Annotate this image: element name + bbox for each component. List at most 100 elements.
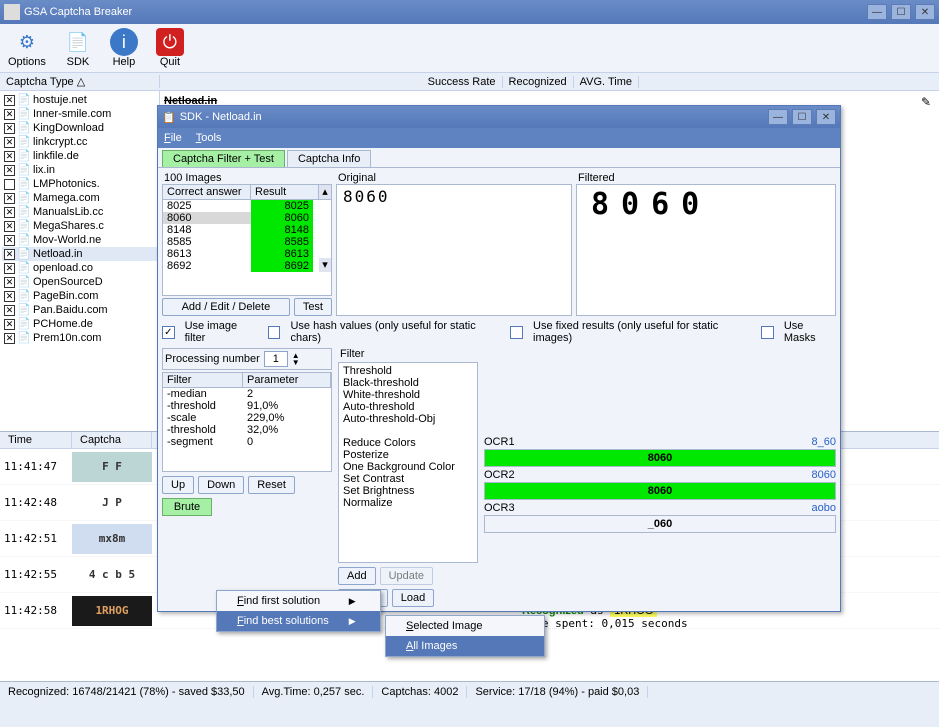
list-item[interactable]: Posterize — [343, 449, 473, 461]
checkbox-icon[interactable]: ✕ — [4, 249, 15, 260]
scroll-down-icon[interactable]: ▾ — [319, 258, 331, 272]
min-button[interactable]: — — [867, 4, 887, 20]
reset-button[interactable]: Reset — [248, 476, 295, 494]
list-item[interactable]: Auto-threshold — [343, 401, 473, 413]
tree-item[interactable]: ✕📄KingDownload — [2, 121, 157, 135]
filter-list[interactable]: ThresholdBlack-thresholdWhite-thresholdA… — [338, 362, 478, 563]
checkbox-icon[interactable]: ✕ — [4, 137, 15, 148]
tree-item[interactable]: 📄LMPhotonics. — [2, 177, 157, 191]
log-col-time[interactable]: Time — [0, 432, 72, 448]
sdk-close-button[interactable]: ✕ — [816, 109, 836, 125]
checkbox-icon[interactable]: ✕ — [4, 235, 15, 246]
load-filter-button[interactable]: Load — [392, 589, 434, 607]
checkbox-icon[interactable]: ✕ — [4, 95, 15, 106]
menu-item[interactable]: All Images — [386, 636, 544, 656]
captcha-type-tree[interactable]: ✕📄hostuje.net✕📄Inner-smile.com✕📄KingDown… — [0, 91, 160, 431]
options-button[interactable]: ⚙Options — [8, 28, 46, 68]
checkbox-icon[interactable]: ✕ — [4, 319, 15, 330]
col-captcha-type[interactable]: Captcha Type △ — [0, 75, 160, 88]
add-edit-delete-button[interactable]: Add / Edit / Delete — [162, 298, 290, 316]
list-item[interactable]: Set Brightness — [343, 485, 473, 497]
up-button[interactable]: Up — [162, 476, 194, 494]
checkbox-icon[interactable]: ✕ — [4, 333, 15, 344]
down-button[interactable]: Down — [198, 476, 244, 494]
menu-item[interactable]: Find first solution▶ — [217, 591, 380, 611]
checkbox-icon[interactable] — [4, 179, 15, 190]
col-result[interactable]: Result — [251, 185, 319, 199]
tree-item[interactable]: ✕📄Pan.Baidu.com — [2, 303, 157, 317]
tree-item[interactable]: ✕📄Prem10n.com — [2, 331, 157, 345]
check-use-hash[interactable] — [268, 326, 281, 339]
checkbox-icon[interactable]: ✕ — [4, 277, 15, 288]
tree-item[interactable]: ✕📄Mov-World.ne — [2, 233, 157, 247]
menu-tools[interactable]: Tools — [196, 132, 222, 144]
edit-icon[interactable]: ✎ — [921, 95, 931, 109]
checkbox-icon[interactable]: ✕ — [4, 305, 15, 316]
test-button[interactable]: Test — [294, 298, 332, 316]
processing-number-input[interactable] — [264, 351, 288, 367]
list-item[interactable] — [343, 425, 473, 437]
add-filter-button[interactable]: Add — [338, 567, 376, 585]
list-item[interactable]: Reduce Colors — [343, 437, 473, 449]
applied-filters-table[interactable]: FilterParameter -median2-threshold91,0%-… — [162, 372, 332, 472]
table-row[interactable]: -scale229,0% — [163, 412, 331, 424]
menu-file[interactable]: File — [164, 132, 182, 144]
table-row[interactable]: -threshold91,0% — [163, 400, 331, 412]
quit-button[interactable]: ⏻Quit — [156, 28, 184, 68]
checkbox-icon[interactable]: ✕ — [4, 109, 15, 120]
list-item[interactable]: One Background Color — [343, 461, 473, 473]
sdk-min-button[interactable]: — — [768, 109, 788, 125]
tree-item[interactable]: ✕📄OpenSourceD — [2, 275, 157, 289]
list-item[interactable]: White-threshold — [343, 389, 473, 401]
help-button[interactable]: iHelp — [110, 28, 138, 68]
checkbox-icon[interactable]: ✕ — [4, 263, 15, 274]
table-row[interactable]: -median2 — [163, 388, 331, 400]
spinner-icon[interactable]: ▲▼ — [292, 352, 300, 366]
list-item[interactable]: Normalize — [343, 497, 473, 509]
list-item[interactable]: Auto-threshold-Obj — [343, 413, 473, 425]
tree-item[interactable]: ✕📄linkfile.de — [2, 149, 157, 163]
col-success[interactable]: Success Rate — [422, 76, 503, 88]
tree-item[interactable]: ✕📄hostuje.net — [2, 93, 157, 107]
check-use-filter[interactable]: ✓ — [162, 326, 175, 339]
checkbox-icon[interactable]: ✕ — [4, 207, 15, 218]
menu-item[interactable]: Selected Image — [386, 616, 544, 636]
images-table[interactable]: Correct answer Result ▴ 8025802580608060… — [162, 184, 332, 296]
table-row[interactable]: 85858585 — [163, 236, 331, 248]
log-col-captcha[interactable]: Captcha — [72, 432, 152, 448]
checkbox-icon[interactable]: ✕ — [4, 151, 15, 162]
checkbox-icon[interactable]: ✕ — [4, 193, 15, 204]
list-item[interactable]: Threshold — [343, 365, 473, 377]
tree-item[interactable]: ✕📄MegaShares.c — [2, 219, 157, 233]
tree-item[interactable]: ✕📄ManualsLib.cc — [2, 205, 157, 219]
brute-button[interactable]: Brute — [162, 498, 212, 516]
tree-item[interactable]: ✕📄PageBin.com — [2, 289, 157, 303]
table-row[interactable]: 80608060 — [163, 212, 331, 224]
table-row[interactable]: 86928692 — [163, 260, 331, 272]
check-use-masks[interactable] — [761, 326, 774, 339]
tree-item[interactable]: ✕📄Inner-smile.com — [2, 107, 157, 121]
checkbox-icon[interactable]: ✕ — [4, 165, 15, 176]
table-row[interactable]: -threshold32,0% — [163, 424, 331, 436]
check-use-fixed[interactable] — [510, 326, 523, 339]
col-avgtime[interactable]: AVG. Time — [574, 76, 639, 88]
tree-item[interactable]: ✕📄lix.in — [2, 163, 157, 177]
tab-captcha-info[interactable]: Captcha Info — [287, 150, 371, 167]
checkbox-icon[interactable]: ✕ — [4, 221, 15, 232]
tree-item[interactable]: ✕📄openload.co — [2, 261, 157, 275]
tab-captcha-filter[interactable]: Captcha Filter + Test — [162, 150, 285, 167]
col-recognized[interactable]: Recognized — [503, 76, 574, 88]
checkbox-icon[interactable]: ✕ — [4, 123, 15, 134]
menu-item[interactable]: Find best solutions▶ — [217, 611, 380, 631]
table-row[interactable]: 81488148 — [163, 224, 331, 236]
table-row[interactable]: 86138613 — [163, 248, 331, 260]
table-row[interactable]: 80258025 — [163, 200, 331, 212]
sdk-max-button[interactable]: ☐ — [792, 109, 812, 125]
tree-item[interactable]: ✕📄PCHome.de — [2, 317, 157, 331]
max-button[interactable]: ☐ — [891, 4, 911, 20]
list-item[interactable]: Set Contrast — [343, 473, 473, 485]
tree-item[interactable]: ✕📄Mamega.com — [2, 191, 157, 205]
list-item[interactable]: Black-threshold — [343, 377, 473, 389]
checkbox-icon[interactable]: ✕ — [4, 291, 15, 302]
col-answer[interactable]: Correct answer — [163, 185, 251, 199]
